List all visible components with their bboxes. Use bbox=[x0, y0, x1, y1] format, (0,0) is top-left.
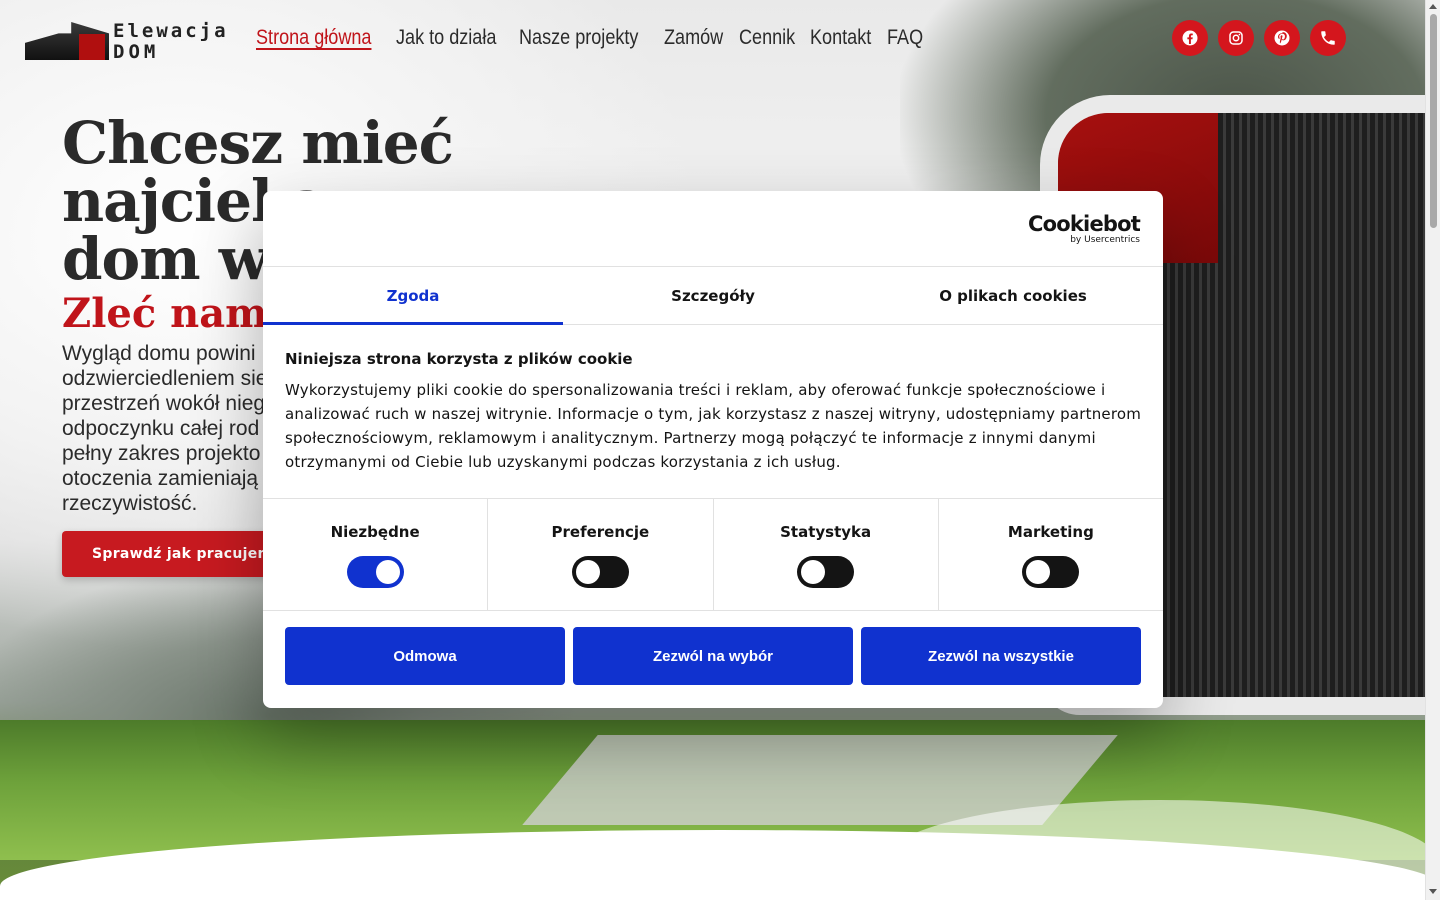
phone-icon bbox=[1321, 31, 1335, 45]
logo-accent bbox=[79, 34, 105, 60]
cookie-consent-dialog: Cookiebot by Usercentrics Zgoda Szczegół… bbox=[263, 191, 1163, 708]
nav-item-contact[interactable]: Kontakt bbox=[810, 26, 871, 50]
nav-item-order[interactable]: Zamów bbox=[664, 26, 723, 50]
consent-label: Marketing bbox=[1007, 523, 1094, 541]
consent-marketing: Marketing bbox=[939, 499, 1163, 610]
page-scrollbar[interactable] bbox=[1425, 0, 1440, 900]
consent-necessary: Niezbędne bbox=[263, 499, 489, 610]
cookie-actions: Odmowa Zezwól na wybór Zezwól na wszystk… bbox=[285, 627, 1141, 685]
consent-categories: Niezbędne Preferencje Statystyka Marketi… bbox=[263, 498, 1163, 611]
nav-item-how-it-works[interactable]: Jak to działa bbox=[396, 26, 496, 50]
statistics-toggle[interactable] bbox=[797, 556, 855, 588]
nav-item-home[interactable]: Strona główna bbox=[256, 26, 371, 50]
scroll-down-icon[interactable] bbox=[1429, 889, 1437, 894]
consent-label: Niezbędne bbox=[330, 523, 420, 541]
nav-item-faq[interactable]: FAQ bbox=[887, 26, 923, 50]
necessary-toggle[interactable] bbox=[346, 556, 404, 588]
preferences-toggle[interactable] bbox=[571, 556, 629, 588]
cookiebot-logo-byline: by Usercentrics bbox=[1070, 235, 1140, 245]
tab-consent[interactable]: Zgoda bbox=[263, 267, 563, 325]
logo-text-line1: Elewacja bbox=[113, 20, 229, 42]
pinterest-button[interactable] bbox=[1264, 20, 1300, 56]
cookie-tabs: Zgoda Szczegóły O plikach cookies bbox=[263, 266, 1163, 325]
scrollbar-thumb[interactable] bbox=[1430, 14, 1437, 228]
consent-statistics: Statystyka bbox=[714, 499, 939, 610]
pinterest-icon bbox=[1274, 30, 1290, 46]
instagram-icon bbox=[1229, 31, 1243, 45]
nav-item-projects[interactable]: Nasze projekty bbox=[519, 26, 638, 50]
hero-title-line: Chcesz mieć bbox=[62, 109, 454, 177]
consent-label: Statystyka bbox=[780, 523, 872, 541]
nav-item-pricing[interactable]: Cennik bbox=[739, 26, 795, 50]
scroll-up-icon[interactable] bbox=[1429, 4, 1437, 9]
cookie-heading: Niniejsza strona korzysta z plików cooki… bbox=[285, 350, 633, 368]
logo-text-line2: DOM bbox=[113, 41, 160, 63]
allow-all-button[interactable]: Zezwól na wszystkie bbox=[861, 627, 1141, 685]
phone-button[interactable] bbox=[1310, 20, 1346, 56]
site-logo[interactable]: Elewacja DOM bbox=[25, 20, 235, 65]
facebook-icon bbox=[1182, 30, 1198, 46]
marketing-toggle[interactable] bbox=[1022, 556, 1080, 588]
main-nav: Strona główna Jak to działa Nasze projek… bbox=[256, 26, 923, 50]
allow-selection-button[interactable]: Zezwól na wybór bbox=[573, 627, 853, 685]
instagram-button[interactable] bbox=[1218, 20, 1254, 56]
cookiebot-logo-text: Cookiebot bbox=[1028, 212, 1141, 236]
deny-button[interactable]: Odmowa bbox=[285, 627, 565, 685]
social-links bbox=[1172, 20, 1346, 56]
cookie-description: Wykorzystujemy pliki cookie do spersonal… bbox=[285, 381, 1142, 471]
consent-preferences: Preferencje bbox=[488, 499, 714, 610]
facebook-button[interactable] bbox=[1172, 20, 1208, 56]
consent-label: Preferencje bbox=[551, 523, 650, 541]
tab-about-cookies[interactable]: O plikach cookies bbox=[863, 267, 1163, 324]
cookiebot-logo: Cookiebot by Usercentrics bbox=[1028, 212, 1141, 245]
tab-details[interactable]: Szczegóły bbox=[563, 267, 863, 324]
